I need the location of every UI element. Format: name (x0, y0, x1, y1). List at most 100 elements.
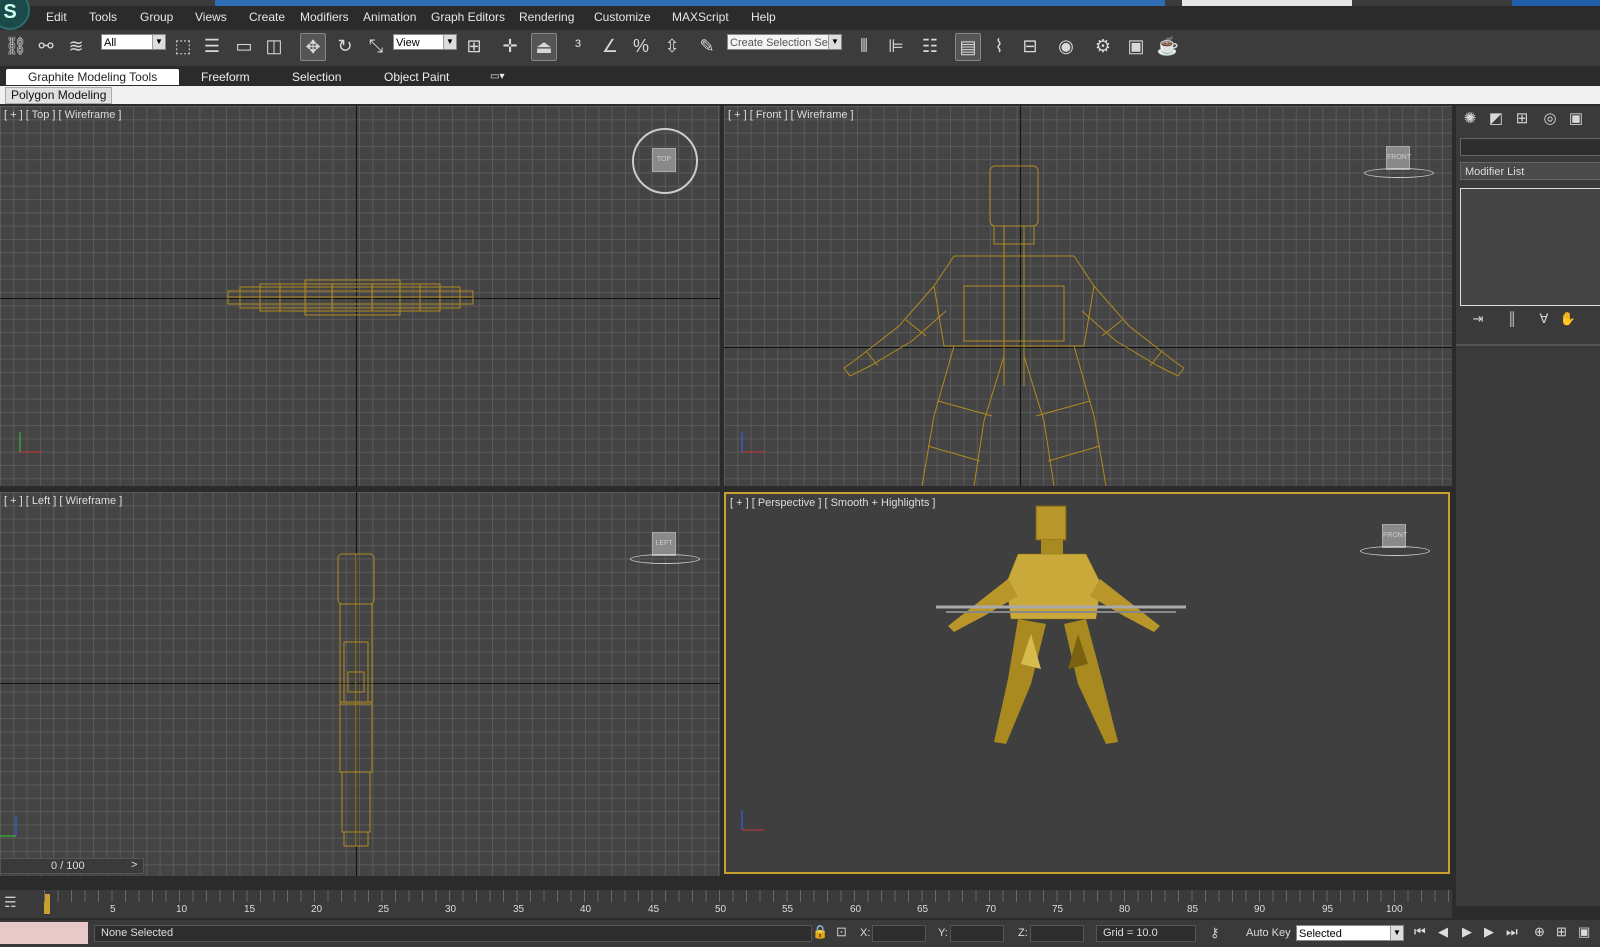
modify-tab-icon[interactable]: ◩ (1484, 106, 1508, 132)
material-editor-icon[interactable]: ◉ (1054, 33, 1078, 59)
pin-stack-icon[interactable]: ⇥ (1466, 306, 1490, 332)
window-crossing-icon[interactable]: ◫ (262, 33, 286, 59)
schematic-view-icon[interactable]: ⊟ (1018, 33, 1042, 59)
menu-views[interactable]: Views (195, 10, 227, 24)
x-coordinate-field[interactable] (872, 925, 926, 942)
mirror-icon[interactable]: ⫴ (852, 33, 876, 59)
menu-tools[interactable]: Tools (89, 10, 117, 24)
manipulate-icon[interactable]: ✛ (498, 33, 522, 59)
hierarchy-tab-icon[interactable]: ⊞ (1510, 106, 1534, 132)
reference-coordinate-dropdown[interactable]: View ▼ (393, 34, 457, 50)
key-filter-dropdown[interactable]: Selected ▼ (1296, 925, 1404, 941)
viewport-top-label[interactable]: [ + ] [ Top ] [ Wireframe ] (4, 109, 121, 121)
tab-polygon-modeling[interactable]: Polygon Modeling (5, 87, 113, 104)
keyboard-shortcut-override-icon[interactable]: ⏏ (531, 33, 557, 61)
viewport-left[interactable]: [ + ] [ Left ] [ Wireframe ] LEFT 0 / 10… (0, 492, 720, 876)
absolute-mode-icon[interactable]: ⊡ (836, 924, 847, 940)
tab-freeform[interactable]: Freeform (201, 69, 250, 85)
viewcube-ring[interactable] (1360, 546, 1430, 556)
curve-editor-mini-icon[interactable]: ☴ (4, 894, 17, 911)
viewcube-perspective[interactable]: FRONT (1382, 524, 1407, 548)
go-to-start-icon[interactable]: ⏮ (1414, 924, 1426, 940)
curve-editor-icon[interactable]: ⌇ (987, 33, 1011, 59)
menu-modifiers[interactable]: Modifiers (300, 10, 349, 24)
select-by-name-icon[interactable]: ☰ (200, 33, 224, 59)
viewport-perspective-label[interactable]: [ + ] [ Perspective ] [ Smooth + Highlig… (730, 497, 935, 509)
maxscript-listener[interactable] (0, 922, 88, 944)
display-tab-icon[interactable]: ▣ (1564, 106, 1588, 132)
tab-object-paint[interactable]: Object Paint (384, 69, 449, 85)
select-object-icon[interactable]: ⬚ (171, 33, 195, 59)
motion-tab-icon[interactable]: ◎ (1538, 106, 1562, 132)
select-rotate-icon[interactable]: ↻ (333, 33, 357, 59)
viewcube-front[interactable]: FRONT (1386, 146, 1411, 170)
viewport-top[interactable]: [ + ] [ Top ] [ Wireframe ] TOP (0, 106, 720, 486)
snaps-toggle-icon[interactable]: ³ (566, 33, 590, 59)
render-teapot-icon[interactable]: ☕ (1156, 33, 1180, 59)
z-coordinate-field[interactable] (1030, 925, 1084, 942)
lock-icon[interactable]: 🔒 (812, 924, 828, 940)
go-to-end-icon[interactable]: ⏭ (1506, 924, 1518, 940)
search-input[interactable] (1182, 0, 1352, 6)
menu-edit[interactable]: Edit (46, 10, 67, 24)
menu-maxscript[interactable]: MAXScript (672, 10, 729, 24)
play-icon[interactable]: ▶ (1462, 924, 1472, 940)
graphite-toggle-icon[interactable]: ▤ (955, 33, 981, 61)
angle-snap-icon[interactable]: ∠ (598, 33, 622, 59)
viewcube-left[interactable]: LEFT (652, 532, 676, 556)
zoom-all-icon[interactable]: ⊞ (1556, 924, 1567, 940)
y-coordinate-field[interactable] (950, 925, 1004, 942)
ribbon-options-icon[interactable]: ▭▾ (490, 69, 504, 85)
tab-selection[interactable]: Selection (292, 69, 341, 85)
named-selection-dropdown[interactable]: Create Selection Se ▼ (727, 34, 842, 50)
viewcube-ring[interactable] (630, 554, 700, 564)
viewport-left-label[interactable]: [ + ] [ Left ] [ Wireframe ] (4, 495, 122, 507)
menu-graph-editors[interactable]: Graph Editors (431, 10, 505, 24)
render-setup-icon[interactable]: ⚙ (1091, 33, 1115, 59)
rectangle-selection-icon[interactable]: ▭ (232, 33, 256, 59)
percent-snap-icon[interactable]: % (629, 33, 653, 59)
menu-animation[interactable]: Animation (363, 10, 416, 24)
bind-space-warp-icon[interactable]: ≋ (64, 33, 88, 59)
menu-rendering[interactable]: Rendering (519, 10, 574, 24)
viewport-front-label[interactable]: [ + ] [ Front ] [ Wireframe ] (728, 109, 854, 121)
menu-help[interactable]: Help (751, 10, 776, 24)
track-bar[interactable]: ☴ 5 10 15 20 25 30 35 40 45 50 55 60 65 … (0, 890, 1452, 918)
pivot-center-icon[interactable]: ⊞ (462, 33, 486, 59)
object-name-field[interactable] (1460, 138, 1600, 156)
align-icon[interactable]: ⊫ (884, 33, 908, 59)
app-logo-icon[interactable]: S (0, 0, 30, 30)
show-end-result-icon[interactable]: ║ (1500, 306, 1524, 332)
zoom-extents-icon[interactable]: ▣ (1578, 924, 1590, 940)
selection-filter-dropdown[interactable]: All ▼ (101, 34, 166, 50)
modifier-list-dropdown[interactable]: Modifier List (1460, 162, 1600, 180)
spinner-snap-icon[interactable]: ⇳ (660, 33, 684, 59)
menu-group[interactable]: Group (140, 10, 173, 24)
create-tab-icon[interactable]: ✺ (1458, 106, 1482, 132)
viewport-front[interactable]: [ + ] [ Front ] [ Wireframe ] FRONT (724, 106, 1452, 486)
set-key-icon[interactable]: ⚷ (1210, 925, 1220, 941)
remove-modifier-icon[interactable]: ✋ (1556, 306, 1580, 332)
link-icon[interactable]: ⛓ (4, 33, 28, 59)
modifier-stack[interactable] (1460, 188, 1600, 306)
select-scale-icon[interactable]: ⤡ (364, 33, 388, 59)
viewport-perspective[interactable]: [ + ] [ Perspective ] [ Smooth + Highlig… (724, 492, 1450, 874)
menu-customize[interactable]: Customize (594, 10, 651, 24)
next-frame-icon[interactable]: > (131, 859, 137, 871)
next-frame-button-icon[interactable]: ▶ (1484, 924, 1494, 940)
time-slider[interactable]: 0 / 100 > (0, 858, 144, 874)
select-move-icon[interactable]: ✥ (300, 33, 326, 61)
rendered-frame-window-icon[interactable]: ▣ (1124, 33, 1148, 59)
unlink-icon[interactable]: ⚯ (34, 33, 58, 59)
edit-named-selection-icon[interactable]: ✎ (695, 33, 719, 59)
tab-graphite-modeling-tools[interactable]: Graphite Modeling Tools (6, 69, 180, 85)
viewcube-ring[interactable] (1364, 168, 1434, 178)
previous-frame-icon[interactable]: ◀ (1438, 924, 1448, 940)
layer-manager-icon[interactable]: ☷ (918, 33, 942, 59)
menu-create[interactable]: Create (249, 10, 285, 24)
auto-key-button[interactable]: Auto Key (1246, 927, 1291, 939)
viewcube-top[interactable]: TOP (652, 148, 676, 172)
grid-field: Grid = 10.0 (1096, 925, 1196, 942)
make-unique-icon[interactable]: ∀ (1532, 306, 1556, 332)
zoom-icon[interactable]: ⊕ (1534, 924, 1545, 940)
